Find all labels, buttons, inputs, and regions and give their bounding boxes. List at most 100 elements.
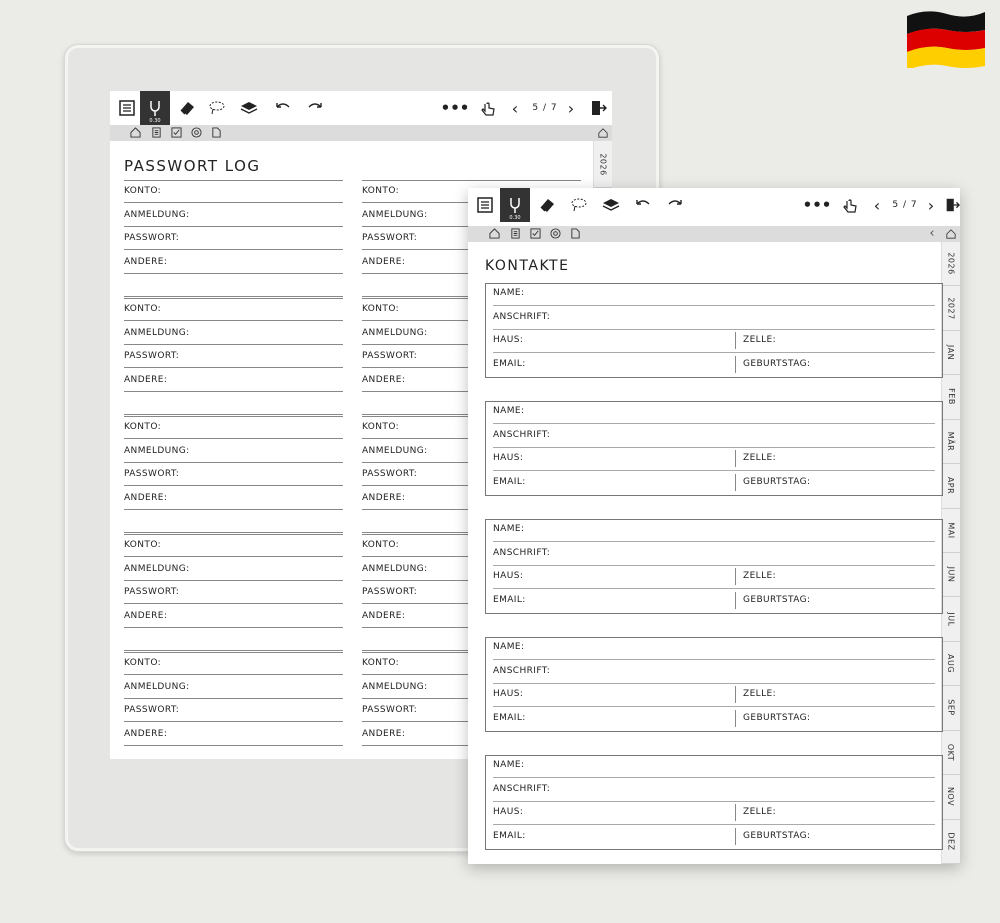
entry-line[interactable] bbox=[124, 320, 343, 321]
entry-line[interactable] bbox=[124, 674, 343, 675]
eraser-button[interactable] bbox=[172, 91, 202, 125]
eraser-button[interactable] bbox=[532, 188, 562, 222]
tab-13[interactable]: DEZ bbox=[942, 820, 960, 864]
entry-line[interactable] bbox=[124, 626, 343, 628]
lasso-button[interactable] bbox=[564, 188, 594, 222]
prev-page-button[interactable]: ‹ bbox=[866, 188, 888, 222]
entry-line[interactable] bbox=[124, 343, 343, 345]
tab-1[interactable]: 2027 bbox=[942, 286, 960, 331]
entry-line[interactable] bbox=[124, 744, 343, 746]
entry-line[interactable] bbox=[493, 352, 935, 353]
tab-4[interactable]: MÄR bbox=[942, 420, 960, 465]
entry-line[interactable] bbox=[493, 541, 935, 542]
entry-line[interactable] bbox=[493, 446, 935, 448]
entry-line[interactable] bbox=[124, 697, 343, 699]
checkbox-icon[interactable] bbox=[170, 126, 182, 139]
lasso-button[interactable] bbox=[202, 91, 232, 125]
touch-button[interactable] bbox=[472, 91, 502, 125]
entry-line[interactable] bbox=[493, 659, 935, 660]
checkbox-icon[interactable] bbox=[529, 227, 541, 240]
entry-line[interactable] bbox=[493, 824, 935, 825]
page-title: KONTAKTE bbox=[485, 258, 570, 274]
pen-tool-button[interactable]: 0.30 bbox=[140, 91, 170, 125]
more-button[interactable]: ••• bbox=[440, 91, 470, 125]
pen-tool-button[interactable]: 0.30 bbox=[500, 188, 530, 222]
entry-line[interactable] bbox=[493, 470, 935, 471]
entry-line[interactable] bbox=[493, 706, 935, 707]
more-button[interactable]: ••• bbox=[802, 188, 832, 222]
page-indicator[interactable]: 5 / 7 bbox=[528, 91, 562, 125]
entry-line[interactable] bbox=[493, 423, 935, 424]
tab-7[interactable]: JUN bbox=[942, 553, 960, 598]
notes-icon[interactable] bbox=[509, 227, 521, 240]
notes-icon[interactable] bbox=[150, 126, 162, 139]
layers-button[interactable] bbox=[234, 91, 264, 125]
target-icon[interactable] bbox=[190, 126, 202, 139]
entry-line[interactable] bbox=[124, 721, 343, 722]
touch-button[interactable] bbox=[834, 188, 864, 222]
entry-line[interactable] bbox=[124, 556, 343, 557]
tab-0[interactable]: 2026 bbox=[942, 242, 960, 287]
entry-line[interactable] bbox=[493, 800, 935, 802]
tab-year-2026[interactable]: 2026 bbox=[594, 141, 612, 188]
entry-line[interactable] bbox=[493, 777, 935, 778]
entry-line[interactable] bbox=[124, 650, 343, 651]
back-arrow-button[interactable]: ‹ bbox=[926, 226, 938, 241]
entry-line[interactable] bbox=[124, 579, 343, 581]
undo-button[interactable] bbox=[268, 91, 298, 125]
exit-icon bbox=[592, 101, 607, 115]
side-home-icon[interactable] bbox=[942, 226, 960, 242]
redo-button[interactable] bbox=[300, 91, 330, 125]
tab-11[interactable]: OKT bbox=[942, 731, 960, 776]
entry-line[interactable] bbox=[493, 588, 935, 589]
file-icon[interactable] bbox=[569, 227, 581, 240]
entry-line[interactable] bbox=[124, 390, 343, 392]
tab-3[interactable]: FEB bbox=[942, 375, 960, 420]
field-label-password: PASSWORT: bbox=[362, 587, 418, 597]
home-icon[interactable] bbox=[488, 227, 500, 240]
entry-line[interactable] bbox=[493, 682, 935, 684]
tab-6[interactable]: MAI bbox=[942, 509, 960, 553]
next-page-button[interactable]: › bbox=[920, 188, 942, 222]
toc-button[interactable] bbox=[470, 188, 500, 222]
entry-line[interactable] bbox=[124, 296, 343, 297]
entry-line[interactable] bbox=[124, 225, 343, 227]
next-page-button[interactable]: › bbox=[560, 91, 582, 125]
exit-button[interactable] bbox=[584, 91, 612, 125]
file-icon[interactable] bbox=[210, 126, 222, 139]
entry-line[interactable] bbox=[124, 532, 343, 533]
entry-line[interactable] bbox=[124, 272, 343, 274]
undo-button[interactable] bbox=[628, 188, 658, 222]
redo-button[interactable] bbox=[660, 188, 690, 222]
entry-line[interactable] bbox=[124, 485, 343, 486]
toc-button[interactable] bbox=[112, 91, 142, 125]
tab-5[interactable]: APR bbox=[942, 464, 960, 509]
entry-line[interactable] bbox=[493, 564, 935, 566]
entry-line[interactable] bbox=[124, 461, 343, 463]
tab-12[interactable]: NOV bbox=[942, 775, 960, 820]
tab-2[interactable]: JAN bbox=[942, 331, 960, 376]
contact-label-name: NAME: bbox=[493, 642, 525, 652]
page-indicator[interactable]: 5 / 7 bbox=[888, 188, 922, 222]
side-home-icon[interactable] bbox=[594, 125, 612, 141]
tab-8[interactable]: JUL bbox=[942, 597, 960, 642]
entry-line[interactable] bbox=[124, 603, 343, 604]
exit-button[interactable] bbox=[944, 188, 960, 222]
target-icon[interactable] bbox=[549, 227, 561, 240]
entry-line[interactable] bbox=[124, 249, 343, 250]
field-label-account: KONTO: bbox=[124, 422, 162, 432]
layers-button[interactable] bbox=[596, 188, 626, 222]
field-label-password: PASSWORT: bbox=[124, 587, 180, 597]
entry-line[interactable] bbox=[124, 508, 343, 510]
entry-line[interactable] bbox=[124, 367, 343, 368]
contact-label-address: ANSCHRIFT: bbox=[493, 783, 551, 794]
entry-line[interactable] bbox=[493, 305, 935, 306]
tab-9[interactable]: AUG bbox=[942, 642, 960, 687]
tab-10[interactable]: SEP bbox=[942, 686, 960, 731]
home-icon[interactable] bbox=[129, 126, 141, 139]
entry-line[interactable] bbox=[124, 438, 343, 439]
prev-page-button[interactable]: ‹ bbox=[504, 91, 526, 125]
entry-line[interactable] bbox=[124, 414, 343, 415]
entry-line[interactable] bbox=[124, 202, 343, 203]
entry-line[interactable] bbox=[493, 328, 935, 330]
